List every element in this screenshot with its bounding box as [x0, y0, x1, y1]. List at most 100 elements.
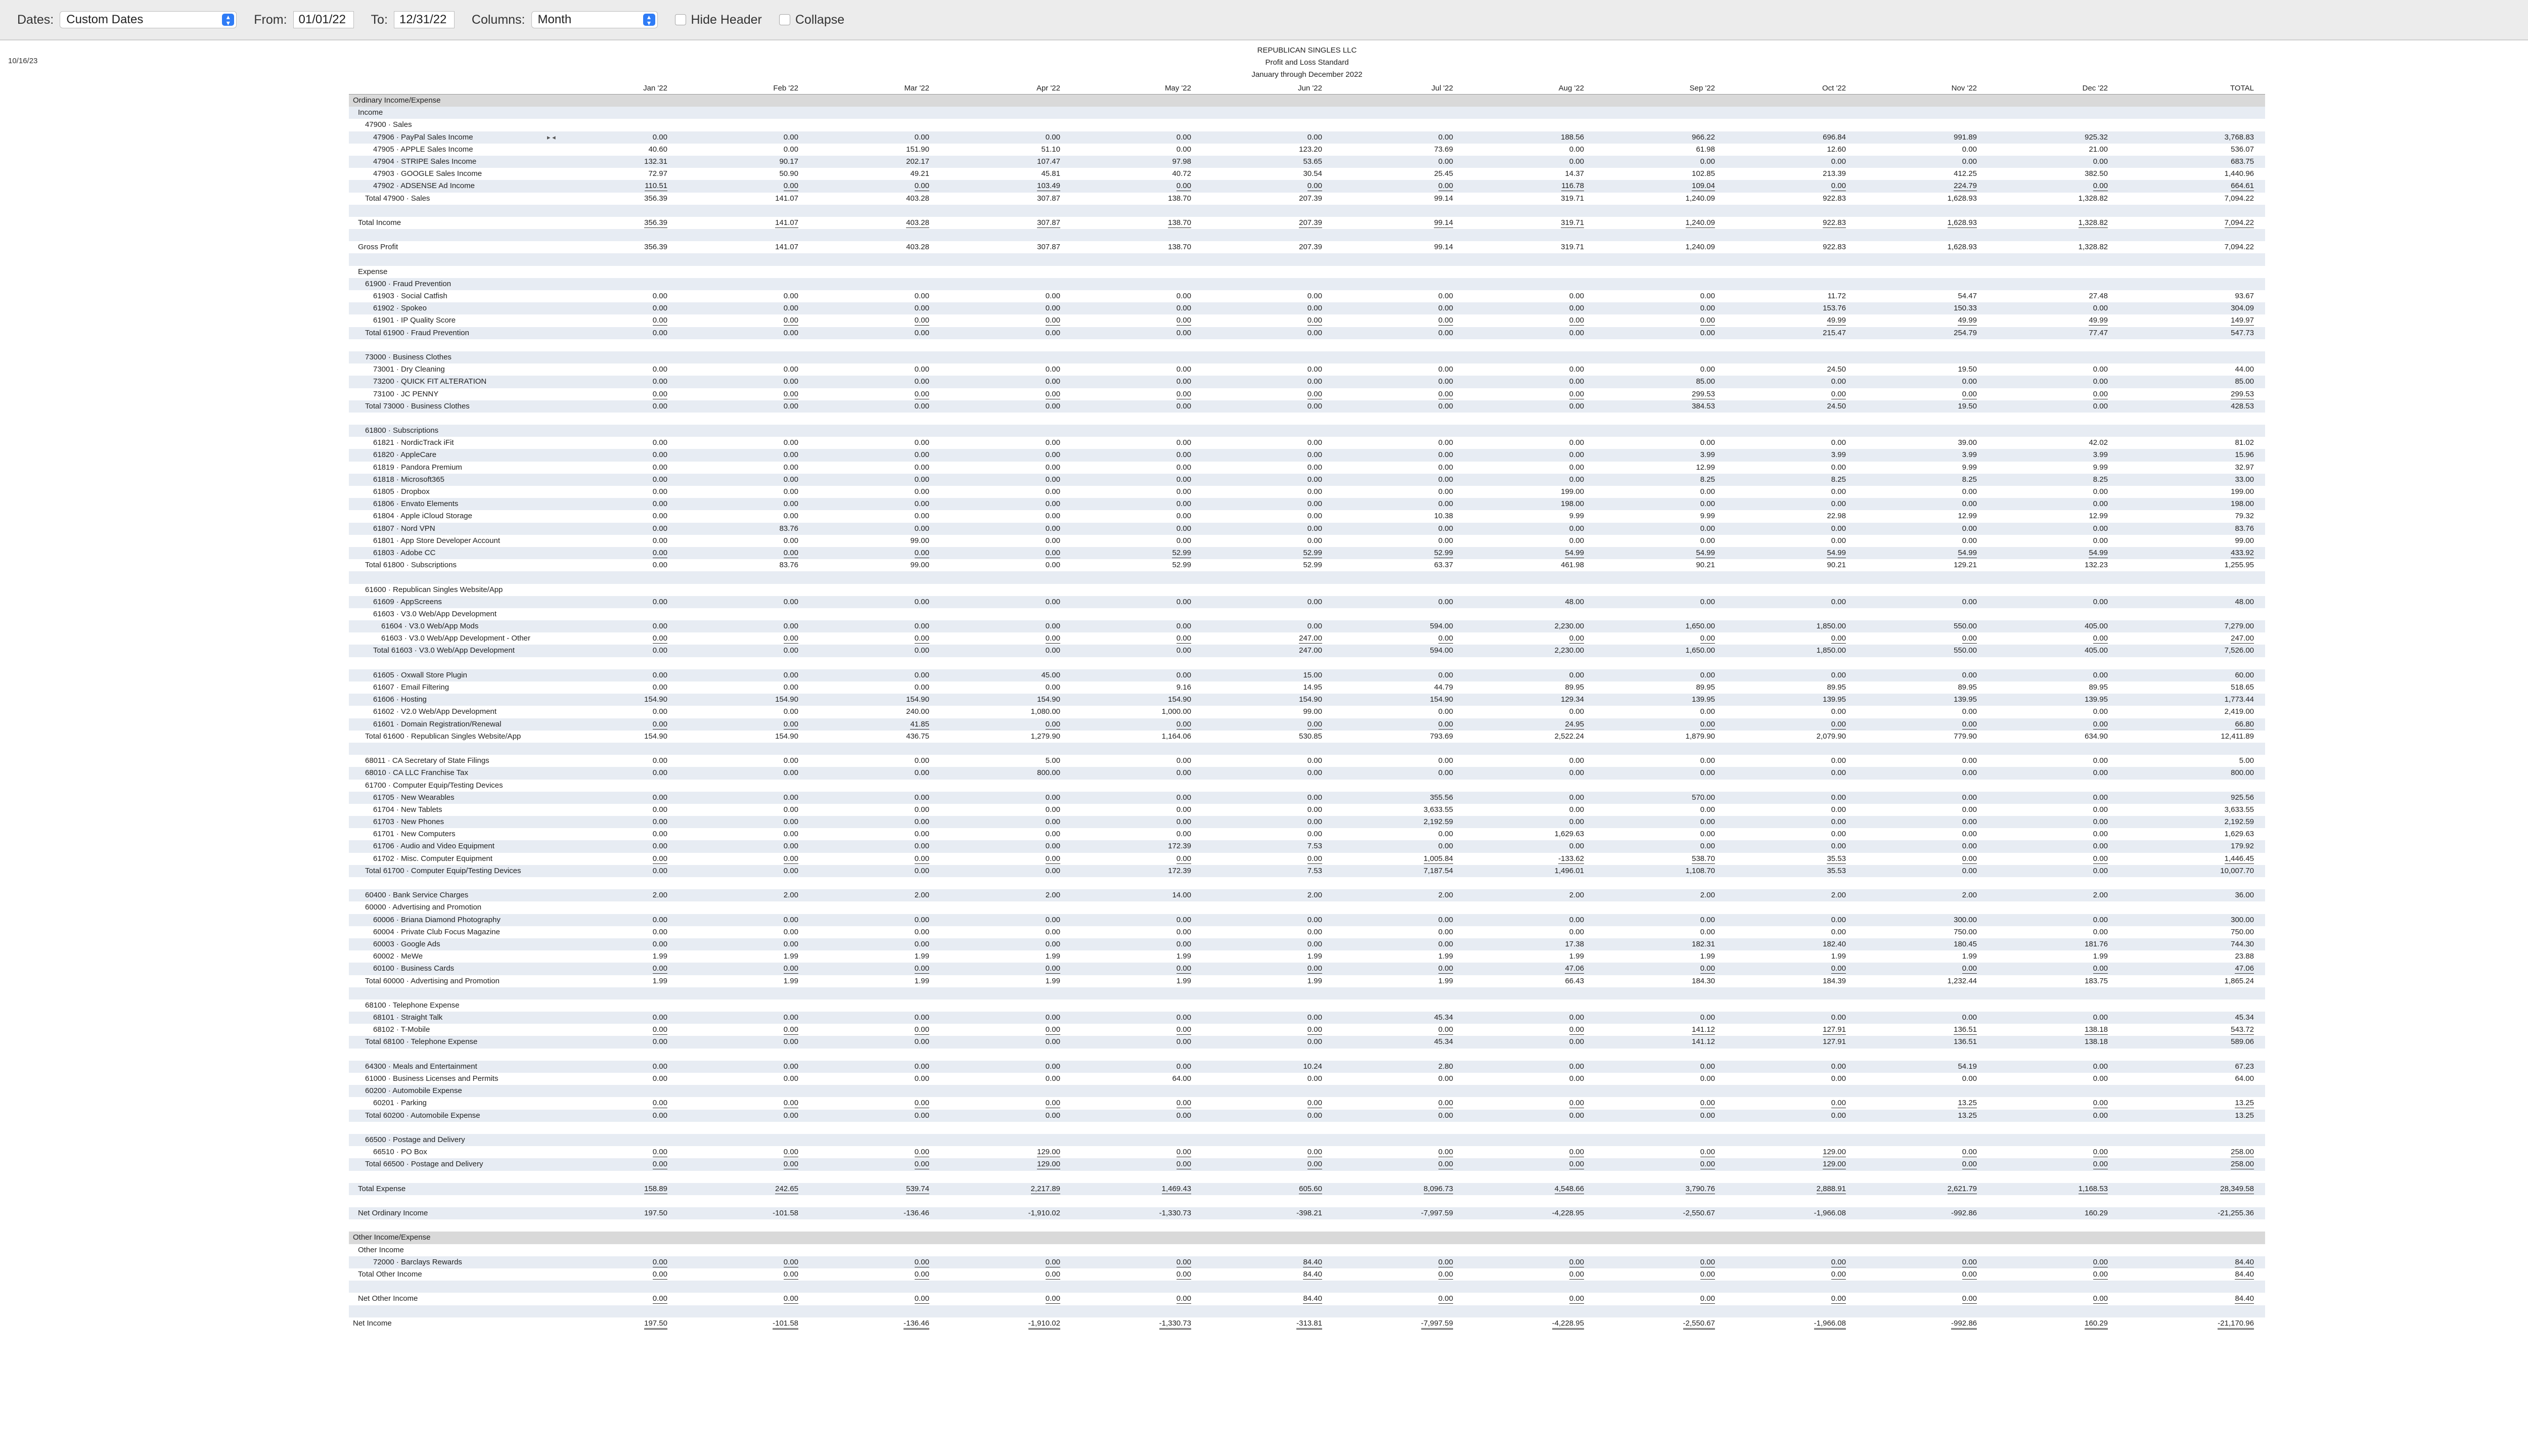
amount-cell[interactable]: 24.50	[1770, 400, 1846, 413]
amount-cell[interactable]: 132.23	[2032, 559, 2108, 571]
amount-cell[interactable]: 0.00	[723, 437, 798, 449]
amount-cell[interactable]: 779.90	[1901, 731, 1977, 743]
column-header[interactable]: TOTAL	[2178, 84, 2254, 93]
amount-cell[interactable]: 0.00	[723, 376, 798, 388]
amount-cell[interactable]: 0.00	[1115, 596, 1191, 608]
amount-cell[interactable]: 0.00	[984, 437, 1060, 449]
amount-cell[interactable]: 0.00	[1246, 792, 1322, 804]
amount-cell[interactable]: 0.00	[1508, 462, 1584, 474]
amount-cell[interactable]: 12.60	[1770, 144, 1846, 156]
amount-cell[interactable]: 0.00	[853, 547, 929, 559]
report-row[interactable]: 61900 · Fraud Prevention	[349, 278, 2265, 290]
report-row[interactable]: 61702 · Misc. Computer Equipment 0.00 0.00…	[349, 853, 2265, 865]
amount-cell[interactable]: 0.00	[1115, 486, 1191, 498]
amount-cell[interactable]: 1,628.93	[1901, 193, 1977, 205]
amount-cell[interactable]: 0.00	[1246, 938, 1322, 950]
amount-cell[interactable]: 141.07	[723, 217, 798, 229]
amount-cell[interactable]: 0.00	[984, 474, 1060, 486]
amount-cell[interactable]: 89.95	[1901, 681, 1977, 694]
amount-cell[interactable]: 0.00	[723, 1036, 798, 1048]
amount-cell[interactable]: 0.00	[853, 510, 929, 522]
amount-cell[interactable]: 0.00	[853, 523, 929, 535]
amount-cell[interactable]: 0.00	[2032, 400, 2108, 413]
amount-cell[interactable]: 0.00	[1377, 718, 1453, 731]
amount-cell[interactable]: 0.00	[1639, 290, 1715, 302]
amount-cell[interactable]: 0.00	[592, 1036, 667, 1048]
amount-cell[interactable]: 0.00	[1508, 156, 1584, 168]
amount-cell[interactable]: 0.00	[1901, 523, 1977, 535]
amount-cell[interactable]: 0.00	[1115, 474, 1191, 486]
amount-cell[interactable]: 0.00	[723, 645, 798, 657]
amount-cell[interactable]: 0.00	[1377, 449, 1453, 461]
amount-cell[interactable]: 182.40	[1770, 938, 1846, 950]
amount-cell[interactable]: 0.00	[1508, 1061, 1584, 1073]
amount-cell[interactable]: 0.00	[1246, 1110, 1322, 1122]
amount-cell[interactable]: 0.00	[853, 804, 929, 816]
amount-cell[interactable]: 0.00	[1639, 926, 1715, 938]
amount-cell[interactable]: 0.00	[1901, 486, 1977, 498]
amount-cell[interactable]: 0.00	[592, 840, 667, 852]
amount-cell[interactable]: 0.00	[2032, 1012, 2108, 1024]
report-row[interactable]: 61801 · App Store Developer Account 0.00 0…	[349, 535, 2265, 547]
amount-cell[interactable]: 0.00	[984, 302, 1060, 314]
report-row[interactable]: 47902 · ADSENSE Ad Income 110.51 0.00 0.00 1…	[349, 180, 2265, 193]
amount-cell[interactable]: 0.00	[1115, 1158, 1191, 1170]
amount-cell[interactable]: 7,094.22	[2178, 193, 2254, 205]
amount-cell[interactable]: 0.00	[1377, 314, 1453, 327]
amount-cell[interactable]: 1,469.43	[1115, 1183, 1191, 1195]
amount-cell[interactable]: 0.00	[1770, 963, 1846, 975]
amount-cell[interactable]: 0.00	[984, 363, 1060, 376]
amount-cell[interactable]: 0.00	[1377, 376, 1453, 388]
report-row[interactable]: Total 66500 · Postage and Delivery 0.00 0.…	[349, 1158, 2265, 1171]
amount-cell[interactable]: 382.50	[2032, 168, 2108, 180]
amount-cell[interactable]: 0.00	[1246, 523, 1322, 535]
amount-cell[interactable]: 403.28	[853, 217, 929, 229]
report-row[interactable]: Other Income	[349, 1244, 2265, 1256]
amount-cell[interactable]: 0.00	[1115, 669, 1191, 681]
amount-cell[interactable]: 0.00	[1770, 914, 1846, 926]
amount-cell[interactable]: 14.95	[1246, 681, 1322, 694]
column-header[interactable]: Oct '22	[1770, 84, 1846, 93]
amount-cell[interactable]: 0.00	[1377, 1073, 1453, 1085]
amount-cell[interactable]: 405.00	[2032, 620, 2108, 632]
amount-cell[interactable]: 0.00	[1901, 596, 1977, 608]
amount-cell[interactable]: 0.00	[1377, 669, 1453, 681]
amount-cell[interactable]: 0.00	[984, 510, 1060, 522]
amount-cell[interactable]: 102.85	[1639, 168, 1715, 180]
amount-cell[interactable]: 3.99	[1639, 449, 1715, 461]
amount-cell[interactable]: 41.85	[853, 718, 929, 731]
amount-cell[interactable]: 160.29	[2032, 1317, 2108, 1330]
amount-cell[interactable]: 0.00	[1377, 938, 1453, 950]
amount-cell[interactable]: 0.00	[1508, 1146, 1584, 1158]
amount-cell[interactable]: 129.00	[984, 1158, 1060, 1170]
amount-cell[interactable]: 0.00	[1115, 363, 1191, 376]
amount-cell[interactable]: 7,526.00	[2178, 645, 2254, 657]
amount-cell[interactable]: 8.25	[1901, 474, 1977, 486]
amount-cell[interactable]: 180.45	[1901, 938, 1977, 950]
amount-cell[interactable]: 1,446.45	[2178, 853, 2254, 865]
amount-cell[interactable]: 138.18	[2032, 1024, 2108, 1036]
amount-cell[interactable]: 0.00	[592, 523, 667, 535]
amount-cell[interactable]: 45.81	[984, 168, 1060, 180]
amount-cell[interactable]: 0.00	[984, 1073, 1060, 1085]
amount-cell[interactable]: 73.69	[1377, 144, 1453, 156]
report-row[interactable]: 68010 · CA LLC Franchise Tax 0.00 0.00 0.00…	[349, 767, 2265, 780]
amount-cell[interactable]: 0.00	[1770, 926, 1846, 938]
amount-cell[interactable]: 89.95	[1639, 681, 1715, 694]
amount-cell[interactable]: 0.00	[853, 681, 929, 694]
collapse-checkbox[interactable]	[779, 14, 790, 25]
amount-cell[interactable]: 0.00	[592, 1293, 667, 1305]
amount-cell[interactable]: 0.00	[1770, 706, 1846, 718]
amount-cell[interactable]: 0.00	[984, 1024, 1060, 1036]
amount-cell[interactable]: -136.46	[853, 1207, 929, 1219]
report-row[interactable]: Total 61800 · Subscriptions 0.00 83.76 99.0…	[349, 559, 2265, 571]
amount-cell[interactable]: 149.97	[2178, 314, 2254, 327]
amount-cell[interactable]: 428.53	[2178, 400, 2254, 413]
amount-cell[interactable]: 49.99	[1770, 314, 1846, 327]
amount-cell[interactable]: 2.00	[1246, 889, 1322, 901]
amount-cell[interactable]: 0.00	[1639, 1158, 1715, 1170]
amount-cell[interactable]: 11.72	[1770, 290, 1846, 302]
amount-cell[interactable]: 0.00	[853, 963, 929, 975]
amount-cell[interactable]: 2.00	[1901, 889, 1977, 901]
amount-cell[interactable]: 1,108.70	[1639, 865, 1715, 877]
